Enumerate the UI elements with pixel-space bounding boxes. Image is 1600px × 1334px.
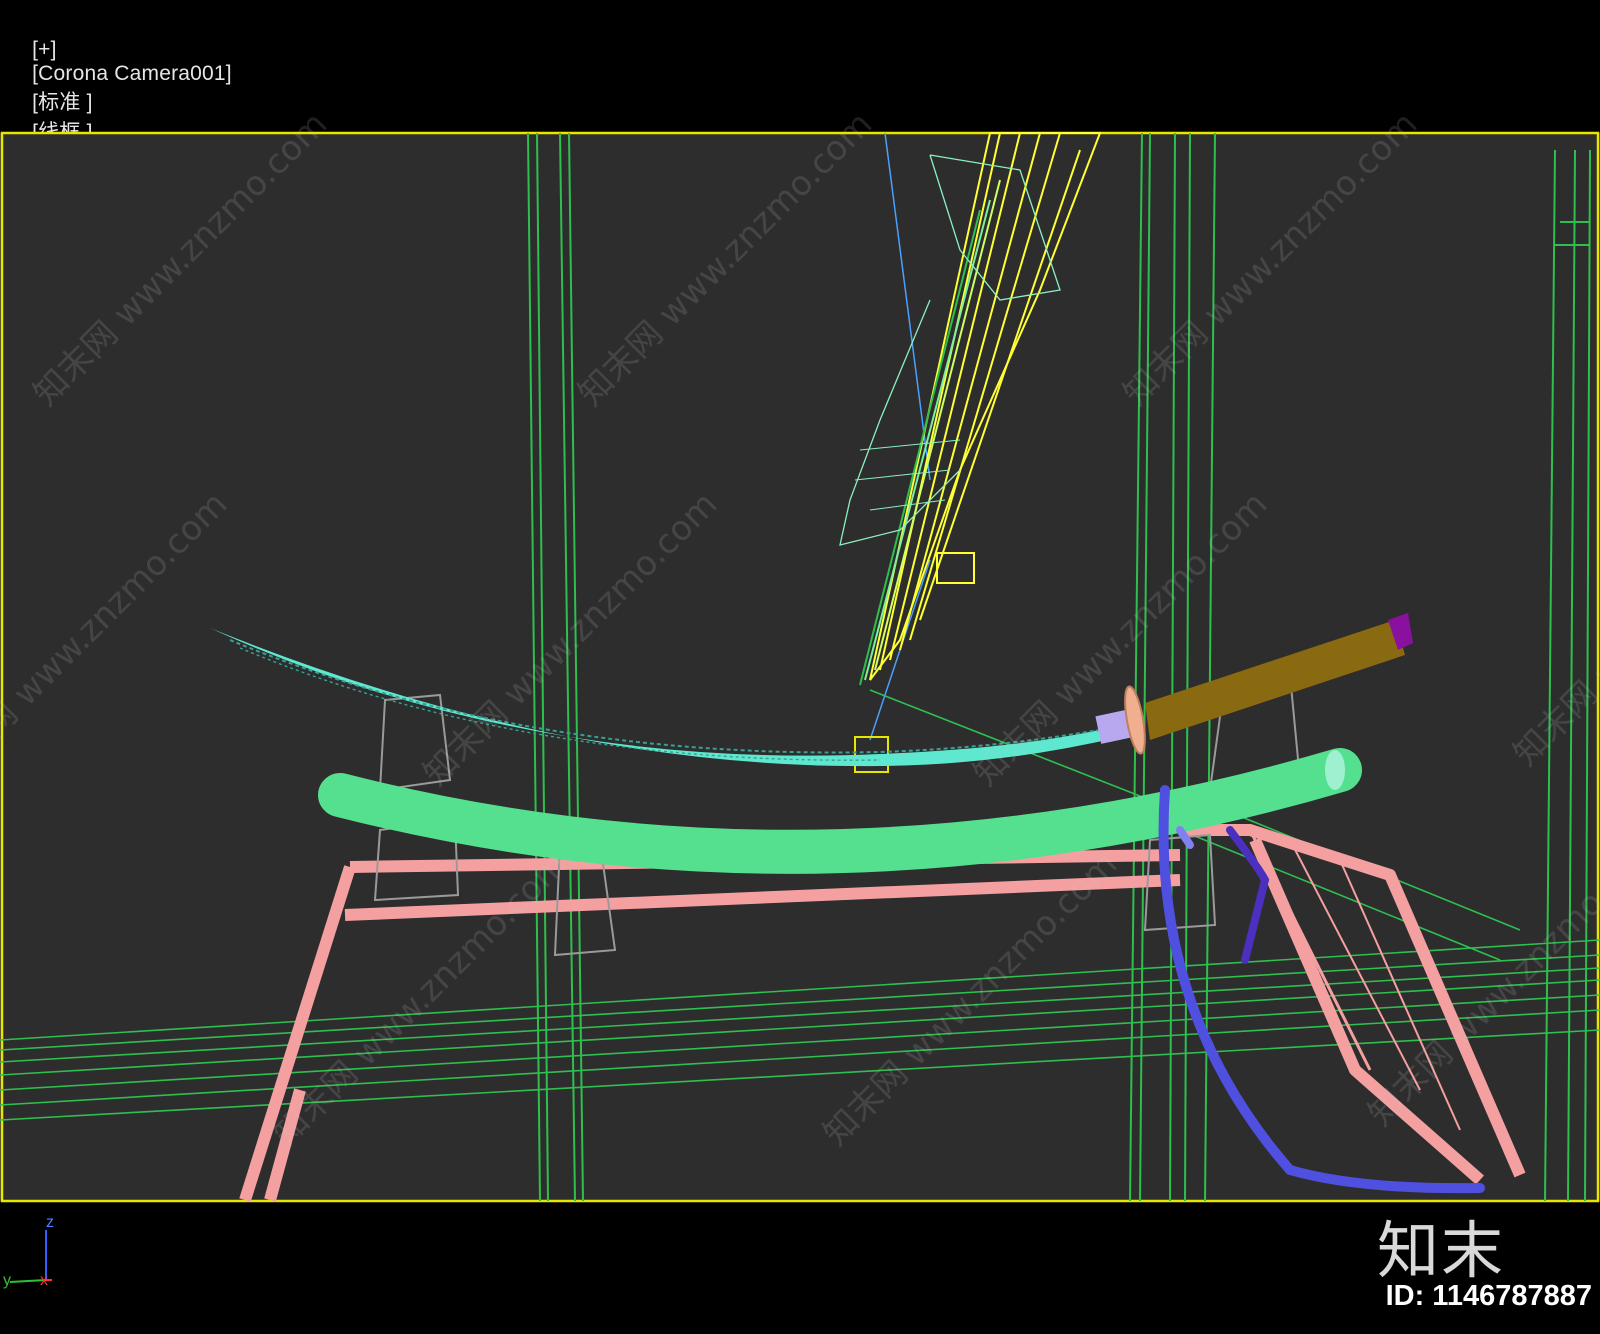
axis-gizmo: z y x — [0, 1214, 70, 1300]
spot-light-cone — [839, 132, 1102, 773]
katana-handle — [1145, 620, 1405, 740]
watermark-id: ID: 1146787887 — [1385, 1280, 1592, 1312]
light-target-line — [884, 132, 931, 481]
blade-fuller-hatching — [229, 639, 1111, 754]
axis-y-label: y — [3, 1272, 11, 1289]
scabbard-mouth — [1325, 750, 1345, 790]
floor-grid-lines — [0, 939, 1600, 1121]
wireframe-scene — [0, 131, 1600, 1203]
watermark-brand-logo: 知末 — [1376, 1214, 1505, 1287]
wall-vertical-lines — [527, 132, 1591, 1202]
sword-stand — [239, 824, 1526, 1202]
blade-edge-hatching — [239, 647, 881, 761]
axis-z-label: z — [46, 1214, 54, 1231]
viewport[interactable]: [+] [Corona Camera001] [标准 ] [线框 ] — [0, 0, 1600, 1334]
axis-x-label: x — [40, 1272, 48, 1289]
